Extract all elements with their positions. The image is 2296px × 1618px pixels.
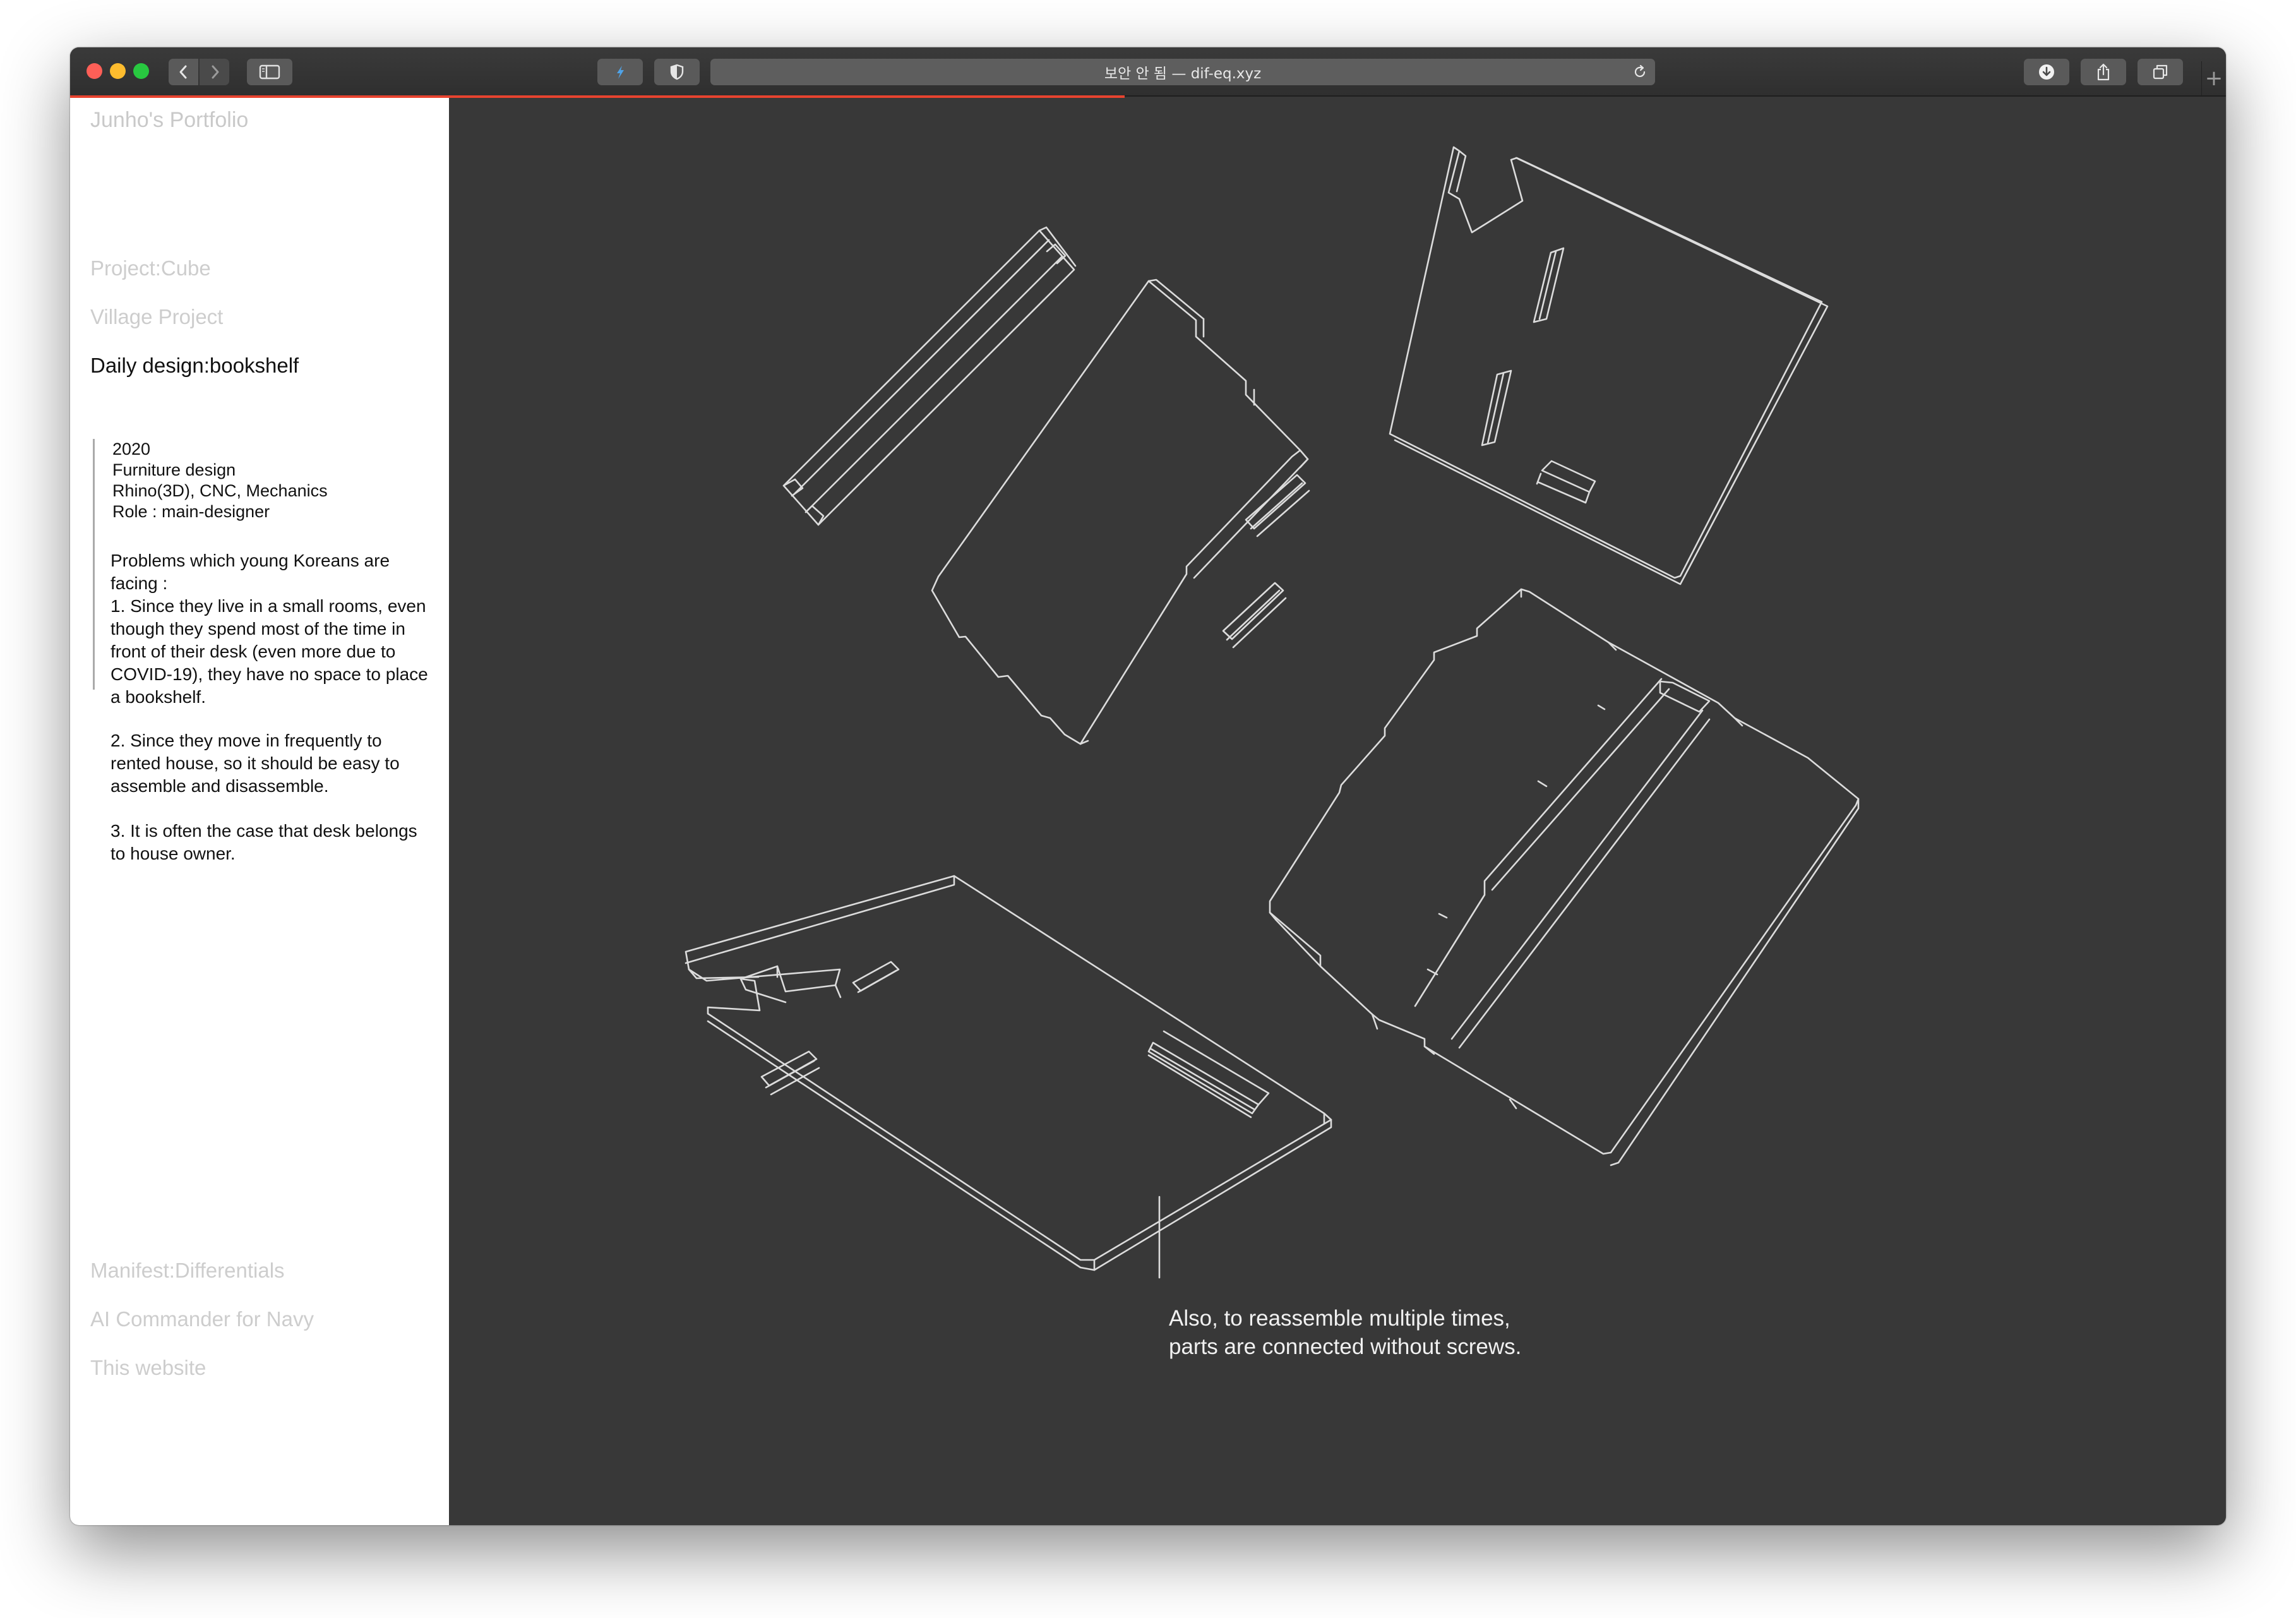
tabs-icon xyxy=(2153,64,2168,80)
chevron-left-icon xyxy=(179,65,186,79)
downloads-button[interactable] xyxy=(2024,59,2069,85)
close-window-button[interactable] xyxy=(87,63,102,79)
site-title[interactable]: Junho's Portfolio xyxy=(90,108,248,133)
nav-item-this-website[interactable]: This website xyxy=(90,1356,206,1380)
drawing-caption: Also, to reassemble multiple times, part… xyxy=(1169,1306,1522,1359)
back-button[interactable] xyxy=(169,59,198,85)
extension-icon xyxy=(617,66,624,79)
sidebar-icon xyxy=(259,64,280,80)
nav-item-ai-commander[interactable]: AI Commander for Navy xyxy=(90,1307,314,1331)
chevron-right-icon xyxy=(212,65,218,79)
portfolio-sidebar: Junho's Portfolio Project:Cube Village P… xyxy=(70,98,449,1525)
shield-icon xyxy=(670,64,684,80)
nav-item-village-project[interactable]: Village Project xyxy=(90,305,223,329)
bookshelf-back-panel-part xyxy=(931,279,1310,745)
new-tab-button[interactable]: + xyxy=(2201,61,2226,95)
bookshelf-side-panel-part xyxy=(1389,146,1829,585)
minimize-window-button[interactable] xyxy=(110,63,126,79)
url-text: 보안 안 됨 — dif-eq.xyz xyxy=(1104,66,1262,82)
reload-button[interactable] xyxy=(1631,63,1649,81)
forward-button[interactable] xyxy=(200,59,229,85)
project-year: 2020 xyxy=(112,440,151,458)
bookshelf-rail-part xyxy=(782,226,1077,526)
sidebar-toggle-button[interactable] xyxy=(247,59,292,85)
bookshelf-shelf-panel-part xyxy=(1269,588,1860,1166)
nav-item-project-cube[interactable]: Project:Cube xyxy=(90,256,211,280)
project-meta: 2020 Furniture design Rhino(3D), CNC, Me… xyxy=(112,439,328,522)
description-paragraph: 2. Since they move in frequently to rent… xyxy=(111,731,400,796)
extension-button[interactable] xyxy=(597,59,643,85)
nav-item-bookshelf[interactable]: Daily design:bookshelf xyxy=(90,354,299,378)
project-showcase: Also, to reassemble multiple times, part… xyxy=(449,98,2226,1525)
share-icon xyxy=(2097,63,2110,81)
download-icon xyxy=(2039,64,2054,80)
nav-item-manifest[interactable]: Manifest:Differentials xyxy=(90,1259,285,1283)
history-nav xyxy=(169,59,229,85)
privacy-report-button[interactable] xyxy=(654,59,700,85)
share-button[interactable] xyxy=(2081,59,2126,85)
reload-icon xyxy=(1634,64,1646,78)
browser-window: 보안 안 됨 — dif-eq.xyz + Junho's Portfolio … xyxy=(70,47,2226,1525)
zoom-window-button[interactable] xyxy=(133,63,149,79)
project-tools: Rhino(3D), CNC, Mechanics xyxy=(112,481,328,500)
project-role: Role : main-designer xyxy=(112,502,270,521)
browser-toolbar: 보안 안 됨 — dif-eq.xyz + xyxy=(70,47,2226,97)
tab-overview-button[interactable] xyxy=(2138,59,2183,85)
address-bar[interactable]: 보안 안 됨 — dif-eq.xyz xyxy=(710,59,1655,85)
bookshelf-bottom-board-part xyxy=(685,875,1332,1279)
project-category: Furniture design xyxy=(112,460,236,479)
description-paragraph: Problems which young Koreans are facing … xyxy=(111,551,428,707)
description-paragraph: 3. It is often the case that desk belong… xyxy=(111,821,417,863)
